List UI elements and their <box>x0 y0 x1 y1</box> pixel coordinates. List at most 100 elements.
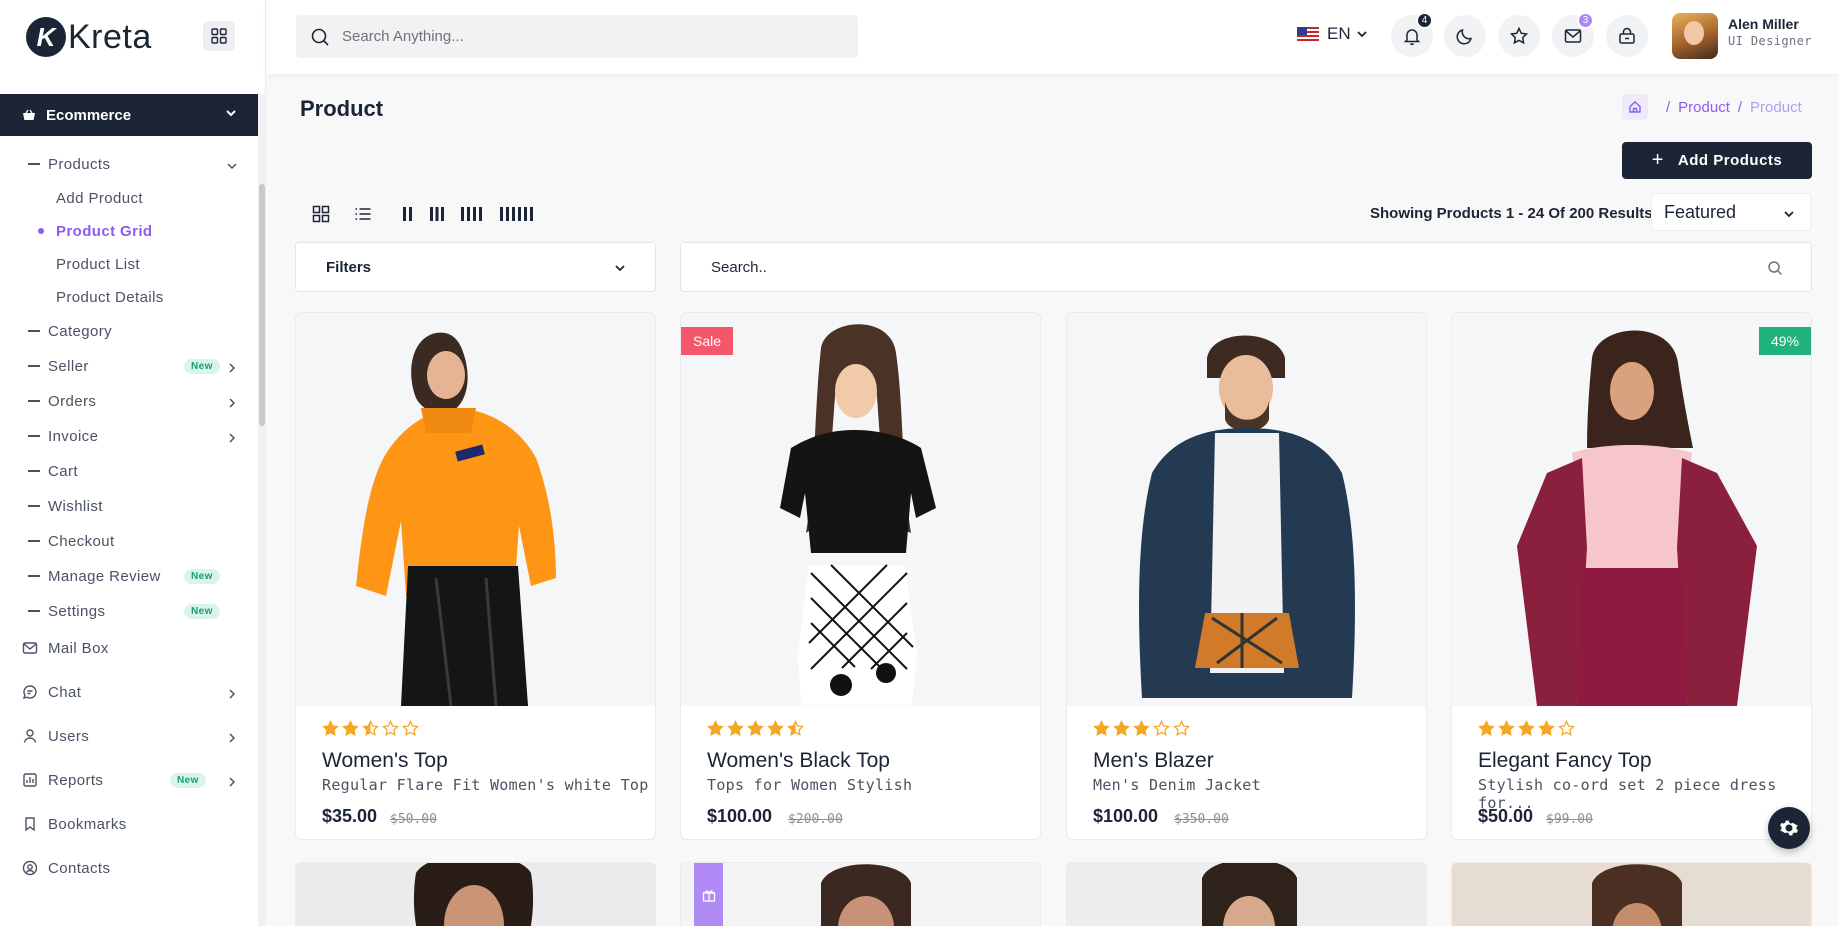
sidebar-item-orders[interactable]: Orders <box>0 386 258 416</box>
sidebar-item-label: Product Grid <box>56 222 153 240</box>
product-card[interactable] <box>1066 862 1427 926</box>
sidebar-item-bookmarks[interactable]: Bookmarks <box>0 809 258 839</box>
sidebar-item-seller[interactable]: Seller New <box>0 351 258 381</box>
sidebar-item-category[interactable]: Category <box>0 316 258 346</box>
product-card[interactable] <box>1451 862 1812 926</box>
sidebar-item-users[interactable]: Users <box>0 721 258 751</box>
sidebar-item-checkout[interactable]: Checkout <box>0 526 258 556</box>
new-badge: New <box>170 773 206 788</box>
global-search[interactable] <box>296 15 858 58</box>
product-search-input[interactable] <box>711 258 1731 276</box>
sidebar-item-product-details[interactable]: Product Details <box>0 282 258 312</box>
search-icon[interactable] <box>1767 260 1783 281</box>
three-column-icon[interactable] <box>429 206 445 222</box>
sidebar-item-product-list[interactable]: Product List <box>0 249 258 279</box>
product-card[interactable]: 49% Elegant Fancy Top Stylish co-ord set… <box>1451 312 1812 840</box>
list-view-icon[interactable] <box>354 205 372 223</box>
sidebar-item-manage-review[interactable]: Manage Review New <box>0 561 258 591</box>
breadcrumb-link[interactable]: Product <box>1678 99 1730 116</box>
product-description: Tops for Women Stylish <box>707 776 913 794</box>
product-image <box>681 863 1040 926</box>
star-full-icon <box>1518 720 1535 736</box>
dash-marker <box>28 400 40 402</box>
sidebar-item-products[interactable]: Products <box>0 149 258 179</box>
dash-marker <box>28 540 40 542</box>
chevron-right-icon <box>226 361 238 378</box>
sidebar-item-chat[interactable]: Chat <box>0 677 258 707</box>
sidebar-item-add-product[interactable]: Add Product <box>0 183 258 213</box>
results-count: Showing Products 1 - 24 Of 200 Results <box>1370 205 1653 222</box>
search-icon <box>310 27 330 47</box>
avatar[interactable] <box>1672 13 1718 59</box>
filters-dropdown[interactable]: Filters <box>295 242 656 292</box>
add-products-button[interactable]: + Add Products <box>1622 142 1812 179</box>
sidebar-item-mail-box[interactable]: Mail Box <box>0 633 258 663</box>
product-name[interactable]: Men's Blazer <box>1093 749 1214 773</box>
chevron-down-icon <box>224 106 238 124</box>
star-full-icon <box>1093 720 1110 736</box>
logo-text: Kreta <box>68 17 152 56</box>
product-card[interactable] <box>295 862 656 926</box>
logo[interactable]: K Kreta <box>0 0 265 74</box>
theme-toggle[interactable] <box>1444 15 1486 57</box>
product-image[interactable] <box>296 313 655 706</box>
apps-grid-icon[interactable] <box>203 21 235 51</box>
chevron-right-icon <box>226 687 238 704</box>
star-full-icon <box>1133 720 1150 736</box>
sidebar-item-reports[interactable]: Reports New <box>0 765 258 795</box>
dash-marker <box>28 163 40 165</box>
rating-stars <box>1478 720 1578 737</box>
cart-button[interactable] <box>1606 15 1648 57</box>
six-column-icon[interactable] <box>499 206 535 222</box>
sidebar-item-cart[interactable]: Cart <box>0 456 258 486</box>
product-old-price: $50.00 <box>390 812 437 827</box>
sidebar-item-product-grid[interactable]: Product Grid <box>0 216 258 246</box>
product-image[interactable] <box>1452 313 1811 706</box>
grid-view-icon[interactable] <box>312 205 330 223</box>
sidebar-item-label: Manage Review <box>48 567 161 585</box>
global-search-input[interactable] <box>342 28 822 45</box>
product-card[interactable]: Men's Blazer Men's Denim Jacket $100.00 … <box>1066 312 1427 840</box>
product-card[interactable]: Sale Women's Black Top Tops for Women St… <box>680 312 1041 840</box>
favorites-button[interactable] <box>1498 15 1540 57</box>
four-column-icon[interactable] <box>460 206 484 222</box>
sidebar-item-label: Invoice <box>48 427 99 445</box>
product-name[interactable]: Women's Top <box>322 749 448 773</box>
page-title: Product <box>300 96 384 121</box>
product-card[interactable] <box>680 862 1041 926</box>
language-code: EN <box>1327 24 1351 43</box>
product-search[interactable] <box>680 242 1812 292</box>
sidebar-item-label: Contacts <box>48 859 111 877</box>
product-name[interactable]: Women's Black Top <box>707 749 890 773</box>
language-selector[interactable]: EN <box>1297 24 1369 44</box>
bell-icon <box>1402 26 1422 46</box>
star-empty-icon <box>1558 720 1575 736</box>
chevron-right-icon <box>226 731 238 748</box>
sidebar: K Kreta Ecommerce Products Add Product P… <box>0 0 266 926</box>
product-image <box>296 863 655 926</box>
sidebar-item-contacts[interactable]: Contacts <box>0 853 258 883</box>
star-full-icon <box>707 720 724 736</box>
two-column-icon[interactable] <box>402 206 414 222</box>
star-full-icon <box>767 720 784 736</box>
settings-fab[interactable] <box>1768 807 1810 849</box>
sort-select[interactable]: Featured <box>1651 193 1811 231</box>
nav-group-ecommerce[interactable]: Ecommerce <box>0 94 258 136</box>
user-name[interactable]: Alen Miller <box>1728 16 1799 32</box>
product-name[interactable]: Elegant Fancy Top <box>1478 749 1652 773</box>
star-full-icon <box>1478 720 1495 736</box>
sidebar-item-label: Seller <box>48 357 89 375</box>
product-image[interactable] <box>681 313 1040 706</box>
sidebar-item-wishlist[interactable]: Wishlist <box>0 491 258 521</box>
product-image[interactable] <box>1067 313 1426 706</box>
notifications-button[interactable]: 4 <box>1391 12 1433 57</box>
sidebar-item-invoice[interactable]: Invoice <box>0 421 258 451</box>
home-icon[interactable] <box>1622 94 1648 120</box>
sidebar-item-settings[interactable]: Settings New <box>0 596 258 626</box>
messages-button[interactable]: 3 <box>1552 12 1594 57</box>
sidebar-scrollbar-thumb[interactable] <box>259 184 265 426</box>
chevron-down-icon <box>1355 27 1369 41</box>
gear-icon <box>1779 818 1799 838</box>
star-full-icon <box>1538 720 1555 736</box>
product-card[interactable]: Women's Top Regular Flare Fit Women's wh… <box>295 312 656 840</box>
